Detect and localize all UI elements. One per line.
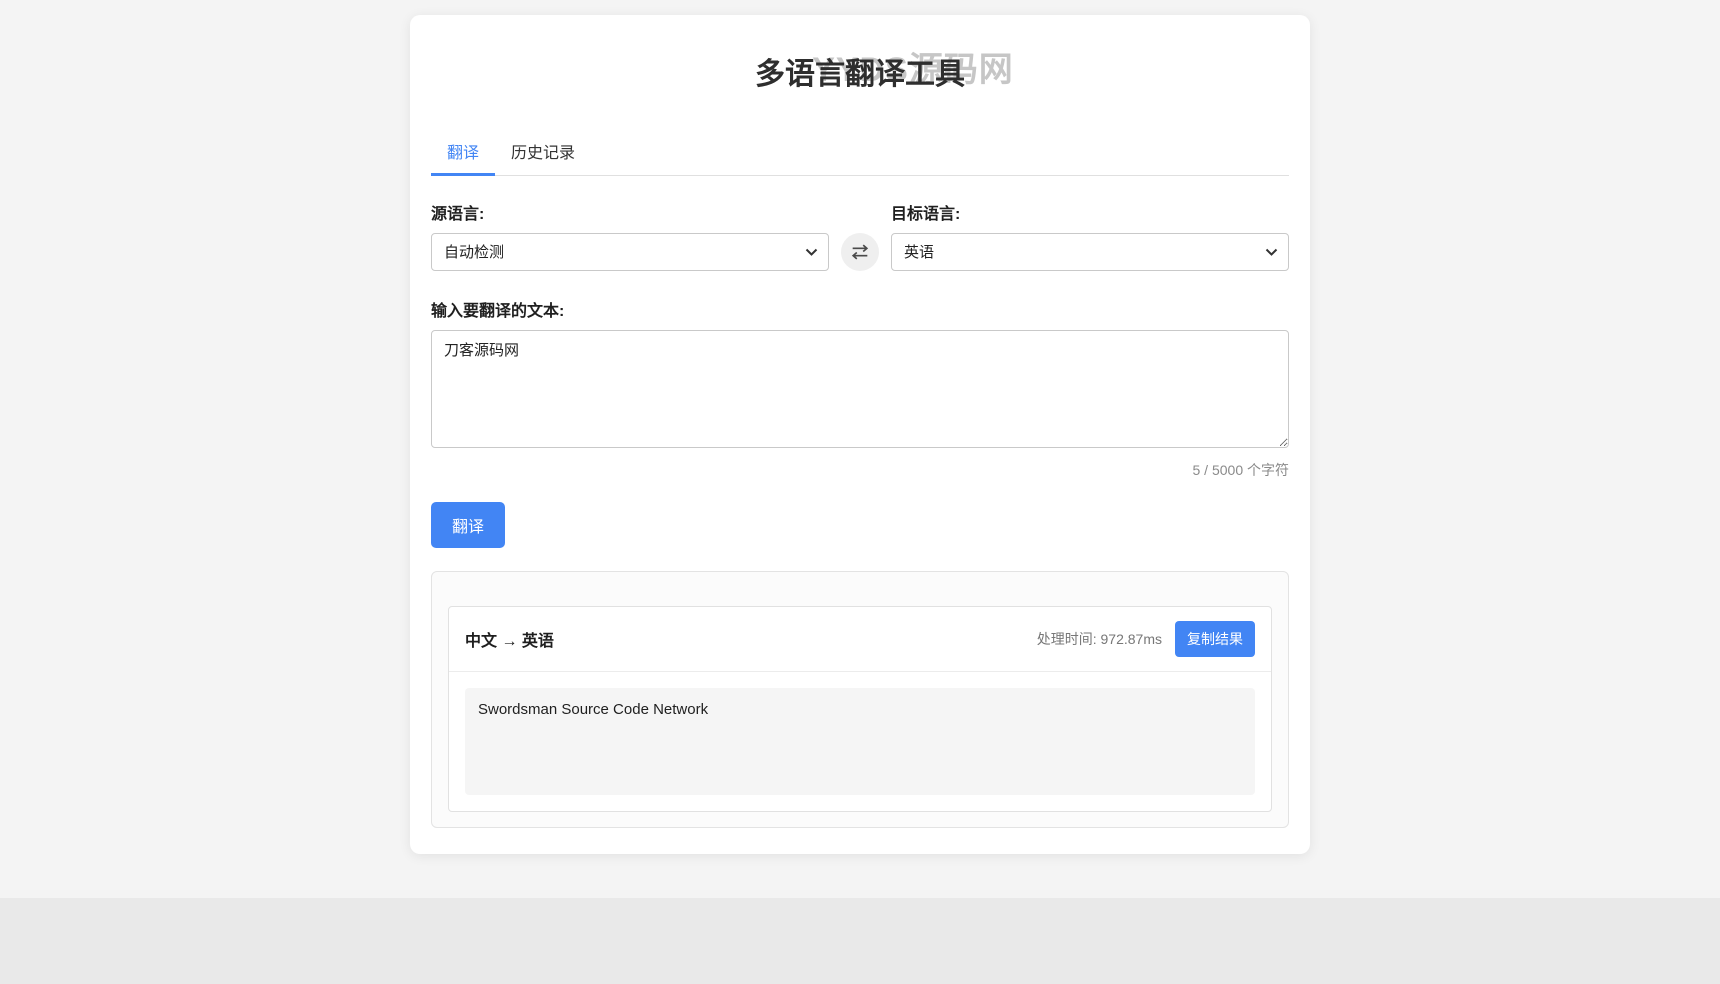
swap-arrows-icon (849, 241, 871, 263)
target-language-select[interactable]: 英语 (891, 233, 1289, 271)
result-meta: 处理时间: 972.87ms 复制结果 (1037, 621, 1255, 657)
char-counter: 5 / 5000 个字符 (431, 460, 1289, 480)
page-background: YYDS源码网 多语言翻译工具 翻译 历史记录 源语言: 自动检测 (0, 0, 1720, 984)
result-output-text: Swordsman Source Code Network (465, 688, 1255, 795)
result-card: 中文 → 英语 处理时间: 972.87ms 复制结果 Swordsman So… (448, 606, 1272, 812)
processing-time: 处理时间: 972.87ms (1037, 629, 1162, 649)
target-language-group: 目标语言: 英语 (891, 200, 1289, 271)
result-header: 中文 → 英语 处理时间: 972.87ms 复制结果 (449, 607, 1271, 672)
translate-button[interactable]: 翻译 (431, 502, 505, 548)
translation-direction: 中文 → 英语 (465, 627, 554, 651)
translator-card: YYDS源码网 多语言翻译工具 翻译 历史记录 源语言: 自动检测 (410, 15, 1310, 854)
source-language-select-wrap: 自动检测 (431, 233, 829, 271)
target-language-select-wrap: 英语 (891, 233, 1289, 271)
input-text-label: 输入要翻译的文本: (431, 297, 1289, 321)
tab-translate[interactable]: 翻译 (431, 129, 495, 176)
title-area: YYDS源码网 多语言翻译工具 (431, 49, 1289, 93)
tab-history[interactable]: 历史记录 (495, 129, 591, 176)
target-language-label: 目标语言: (891, 200, 1289, 224)
source-language-select[interactable]: 自动检测 (431, 233, 829, 271)
copy-result-button[interactable]: 复制结果 (1175, 621, 1255, 657)
page-title: 多语言翻译工具 (755, 49, 965, 93)
page-bottom-band (0, 898, 1720, 984)
result-section: 中文 → 英语 处理时间: 972.87ms 复制结果 Swordsman So… (431, 571, 1289, 828)
tab-bar: 翻译 历史记录 (431, 129, 1289, 176)
swap-languages-button[interactable] (841, 233, 879, 271)
language-row: 源语言: 自动检测 (431, 200, 1289, 271)
translation-input-textarea[interactable]: 刀客源码网 (431, 330, 1289, 448)
source-language-label: 源语言: (431, 200, 829, 224)
source-language-group: 源语言: 自动检测 (431, 200, 829, 271)
